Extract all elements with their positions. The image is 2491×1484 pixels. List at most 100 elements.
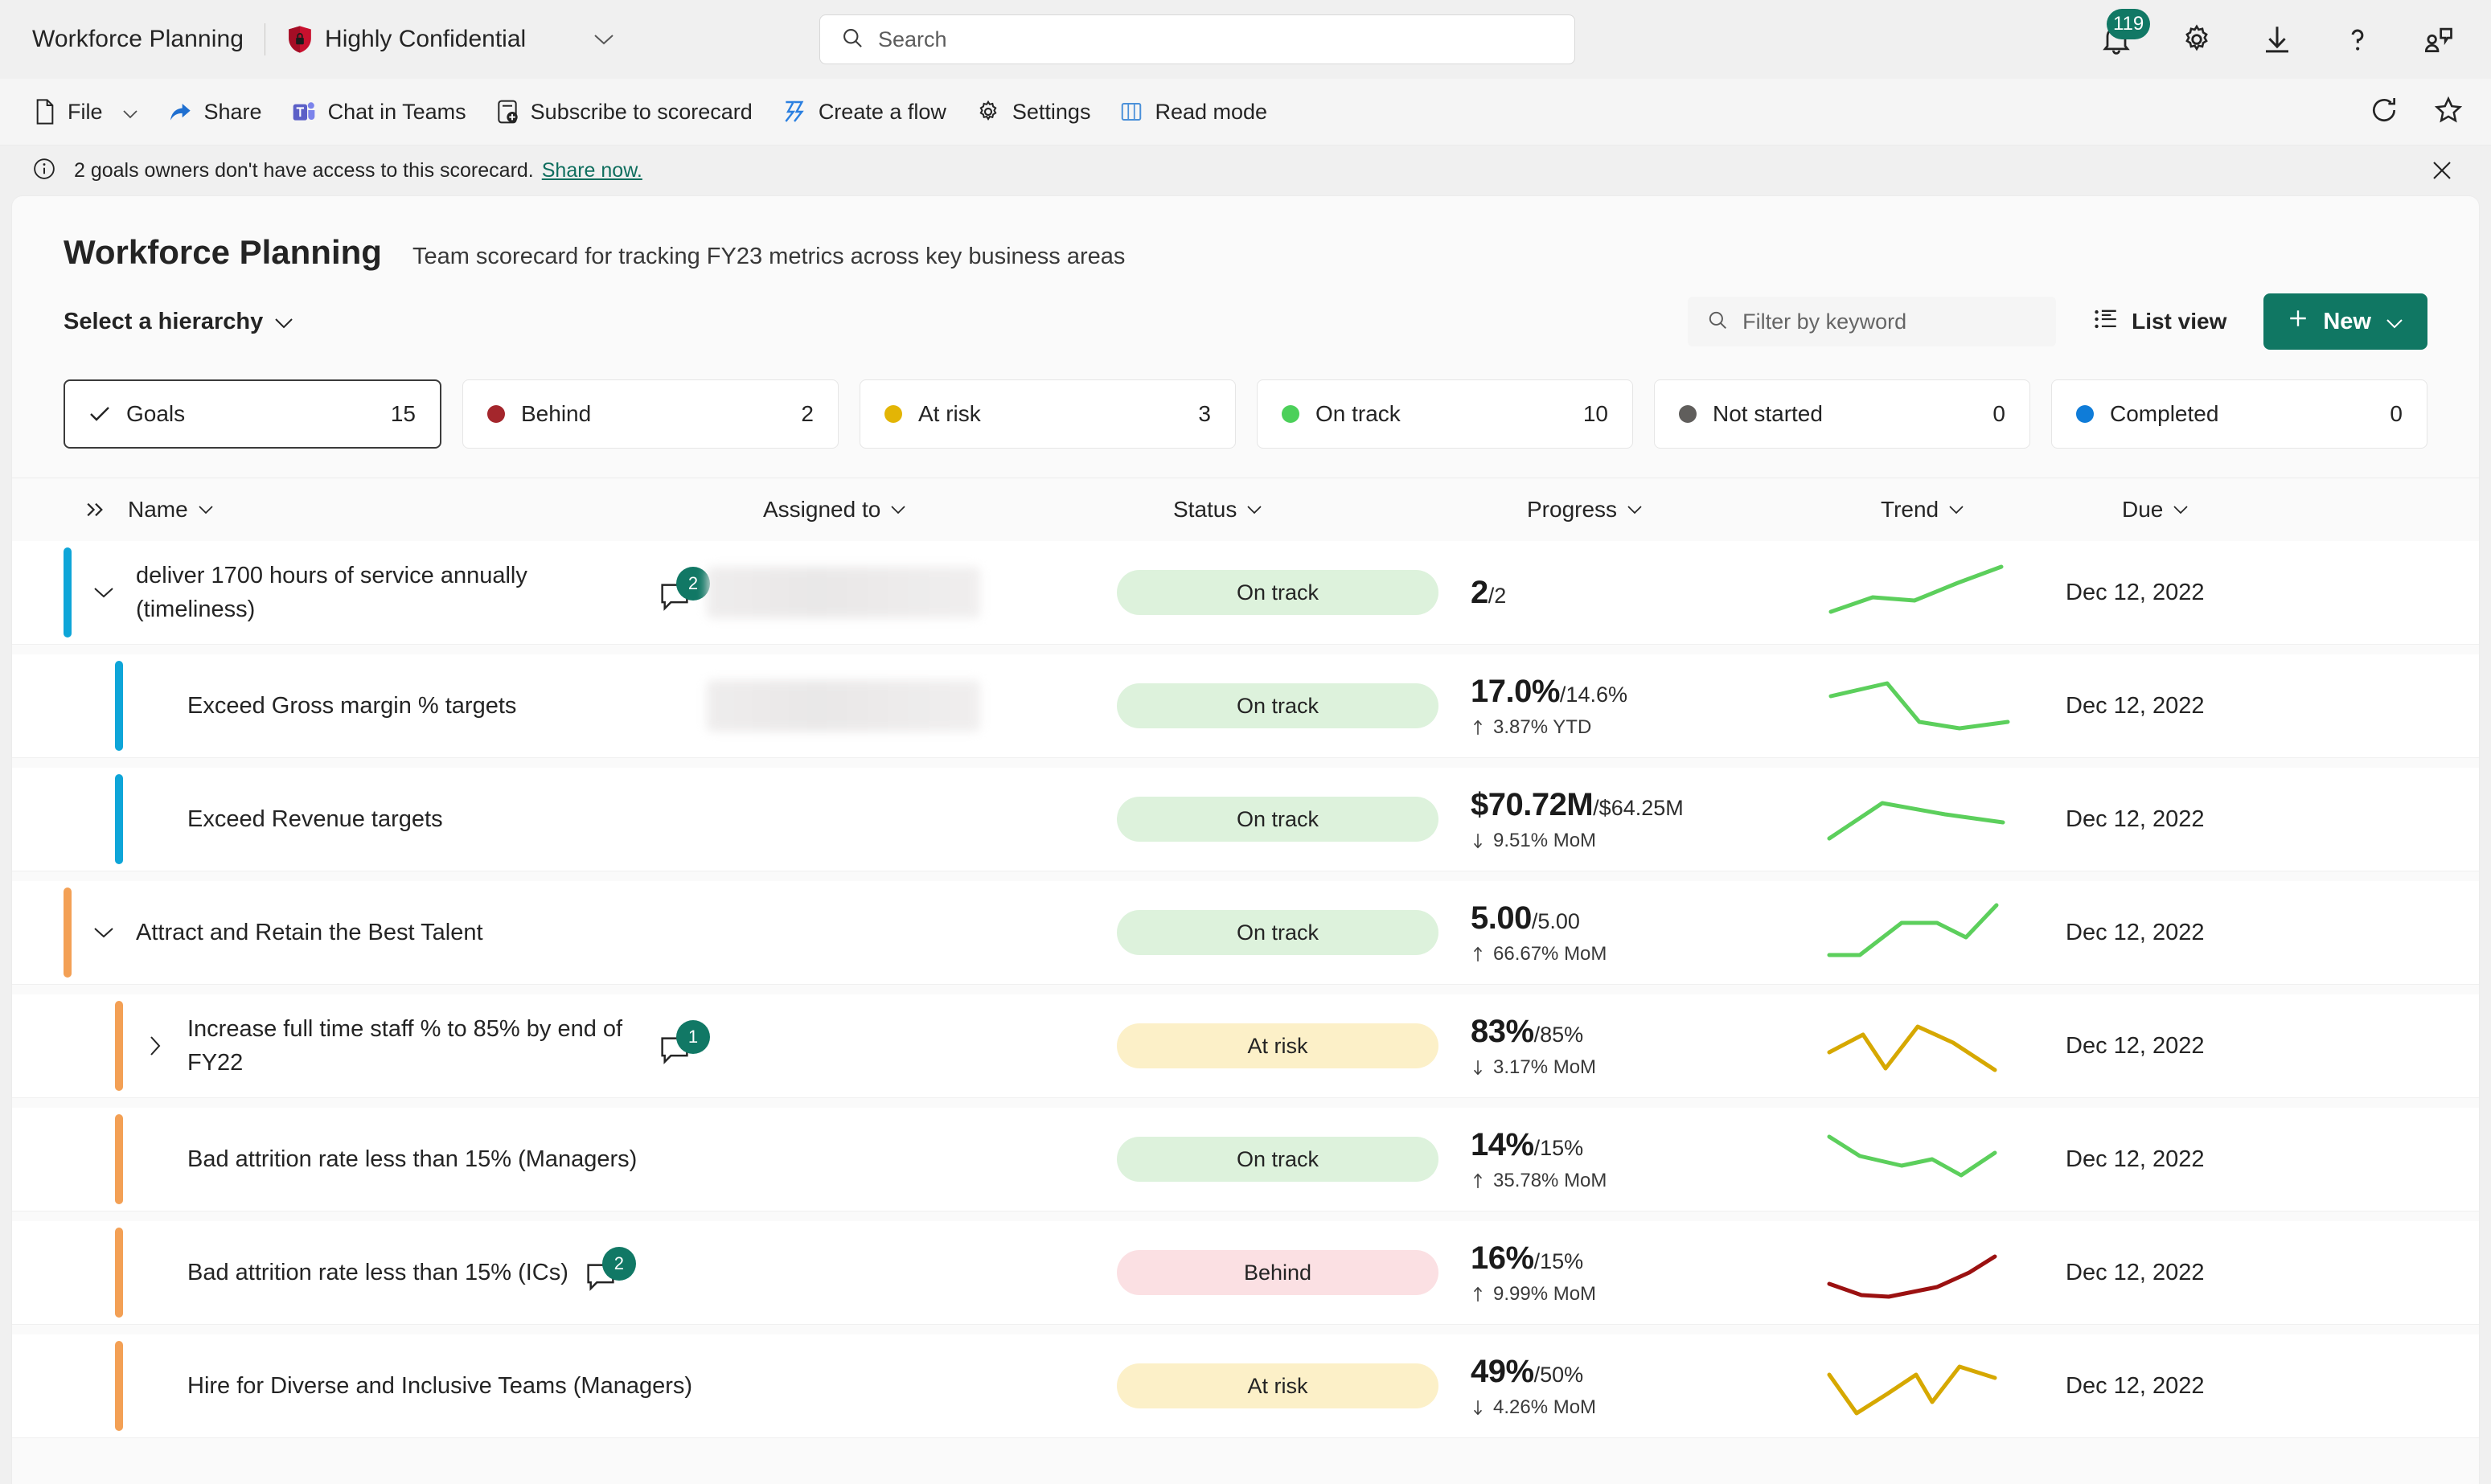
- status-badge: Behind: [1117, 1250, 1438, 1295]
- table-row[interactable]: Bad attrition rate less than 15% (ICs) 2 B…: [12, 1221, 2479, 1325]
- column-header-status-label: Status: [1173, 497, 1237, 522]
- status-pill-at-risk[interactable]: At risk 3: [860, 379, 1236, 449]
- bell-icon[interactable]: 119: [2095, 9, 2151, 60]
- table-row[interactable]: Bad attrition rate less than 15% (Manage…: [12, 1108, 2479, 1211]
- row-name-cell[interactable]: Increase full time staff % to 85% by end…: [187, 1012, 710, 1080]
- column-header-status[interactable]: Status: [1173, 497, 1527, 523]
- row-due-date: Dec 12, 2022: [2066, 579, 2205, 605]
- status-pill-count: 10: [1582, 401, 1608, 426]
- progress-target: /85%: [1533, 1022, 1584, 1047]
- avatar[interactable]: [707, 567, 980, 618]
- status-pill-behind[interactable]: Behind 2: [462, 379, 839, 449]
- progress-current: 2: [1471, 574, 1488, 610]
- column-header-due[interactable]: Due: [2122, 497, 2189, 523]
- status-dot: [1679, 405, 1697, 423]
- command-chat-in-teams[interactable]: Chat in Teams: [277, 87, 481, 137]
- command-file[interactable]: File: [19, 87, 153, 137]
- table-row[interactable]: Exceed Revenue targets On track $70.72M/$6…: [12, 768, 2479, 871]
- help-icon[interactable]: [2337, 18, 2378, 60]
- progress-delta-text: 9.99% MoM: [1493, 1282, 1597, 1305]
- chevron-down-icon[interactable]: [72, 586, 136, 599]
- trend-sparkline: [1828, 564, 2004, 614]
- table-row[interactable]: deliver 1700 hours of service annually (…: [12, 541, 2479, 645]
- progress-delta-text: 3.17% MoM: [1493, 1056, 1597, 1078]
- status-pill-label: At risk: [918, 401, 981, 426]
- gear-icon[interactable]: [2176, 18, 2218, 60]
- comment-count-badge[interactable]: 1: [659, 1020, 710, 1070]
- status-pill-completed[interactable]: Completed 0: [2051, 379, 2427, 449]
- row-status[interactable]: On track: [1117, 797, 1471, 842]
- command-read-mode[interactable]: Read mode: [1105, 87, 1282, 137]
- chevron-down-icon[interactable]: [72, 926, 136, 939]
- table-row[interactable]: Exceed Gross margin % targets On track 17.…: [12, 654, 2479, 758]
- table-row[interactable]: Attract and Retain the Best Talent On tra…: [12, 881, 2479, 985]
- app-title: Workforce Planning: [32, 26, 244, 52]
- message-bar: 2 goals owners don't have access to this…: [0, 146, 2491, 195]
- row-status[interactable]: On track: [1117, 910, 1471, 955]
- column-header-name[interactable]: Name: [128, 497, 763, 523]
- command-bar: File Share Chat in Teams Subscribe to sc…: [0, 79, 2491, 146]
- row-progress: $70.72M/$64.25M 9.51% MoM: [1471, 787, 1824, 852]
- status-pill-label: On track: [1315, 401, 1401, 426]
- page-header-right: Filter by keyword List view New: [1688, 293, 2427, 350]
- command-settings[interactable]: Settings: [961, 87, 1106, 137]
- row-name: Exceed Revenue targets: [187, 806, 443, 832]
- list-view-toggle[interactable]: List view: [2085, 308, 2235, 336]
- row-name-cell[interactable]: Bad attrition rate less than 15% (Manage…: [187, 1142, 707, 1176]
- download-icon[interactable]: [2256, 18, 2298, 60]
- column-header-progress[interactable]: Progress: [1527, 497, 1881, 523]
- row-progress: 14%/15% 35.78% MoM: [1471, 1127, 1824, 1192]
- chevron-right-icon[interactable]: [123, 1035, 187, 1056]
- row-trend: [1824, 1125, 2066, 1193]
- row-name: Exceed Gross margin % targets: [187, 692, 517, 719]
- feedback-icon[interactable]: [2417, 18, 2459, 60]
- refresh-icon[interactable]: [2369, 95, 2399, 129]
- row-due: Dec 12, 2022: [2066, 806, 2205, 833]
- row-status[interactable]: Behind: [1117, 1250, 1471, 1295]
- command-create-flow[interactable]: Create a flow: [767, 87, 961, 137]
- row-status[interactable]: On track: [1117, 570, 1471, 615]
- avatar[interactable]: [707, 680, 980, 732]
- row-status[interactable]: On track: [1117, 1137, 1471, 1182]
- status-pill-not-started[interactable]: Not started 0: [1654, 379, 2030, 449]
- filter-input[interactable]: Filter by keyword: [1688, 297, 2057, 346]
- row-name-cell[interactable]: Exceed Revenue targets: [187, 802, 707, 836]
- progress-delta: 9.51% MoM: [1471, 830, 1596, 852]
- chevron-down-icon[interactable]: [593, 33, 614, 46]
- column-header-trend[interactable]: Trend: [1881, 497, 2122, 523]
- table-row[interactable]: Hire for Diverse and Inclusive Teams (Ma…: [12, 1334, 2479, 1438]
- progress-current: 17.0%: [1471, 673, 1560, 709]
- row-name-cell[interactable]: deliver 1700 hours of service annually (…: [136, 559, 710, 626]
- row-status[interactable]: On track: [1117, 683, 1471, 728]
- row-status[interactable]: At risk: [1117, 1023, 1471, 1068]
- row-accent-bar: [115, 661, 123, 751]
- search-icon: [841, 27, 864, 53]
- search-input[interactable]: Search: [819, 14, 1575, 64]
- chevron-double-right-icon[interactable]: [64, 501, 128, 519]
- trend-sparkline: [1827, 903, 1999, 957]
- row-name-cell[interactable]: Bad attrition rate less than 15% (ICs) 2: [187, 1247, 707, 1297]
- row-assigned-to: [707, 567, 1117, 618]
- favorite-icon[interactable]: [2433, 95, 2464, 129]
- row-status[interactable]: At risk: [1117, 1363, 1471, 1408]
- status-pill-goals[interactable]: Goals 15: [64, 379, 441, 449]
- row-name-cell[interactable]: Exceed Gross margin % targets: [187, 689, 707, 723]
- comment-count-badge[interactable]: 2: [585, 1247, 636, 1297]
- row-name: Bad attrition rate less than 15% (ICs): [187, 1259, 568, 1285]
- new-button[interactable]: New: [2263, 293, 2427, 350]
- page-header-titles: Workforce Planning Team scorecard for tr…: [64, 233, 2427, 272]
- hierarchy-selector[interactable]: Select a hierarchy: [64, 309, 293, 335]
- share-now-link[interactable]: Share now.: [542, 159, 642, 182]
- table-row[interactable]: Increase full time staff % to 85% by end…: [12, 994, 2479, 1098]
- row-name-cell[interactable]: Attract and Retain the Best Talent: [136, 916, 707, 949]
- column-header-assigned-to[interactable]: Assigned to: [763, 497, 1173, 523]
- comment-count-badge[interactable]: 2: [659, 567, 710, 617]
- command-share[interactable]: Share: [153, 87, 277, 137]
- row-name-cell[interactable]: Hire for Diverse and Inclusive Teams (Ma…: [187, 1369, 707, 1403]
- command-subscribe[interactable]: Subscribe to scorecard: [481, 87, 767, 137]
- share-icon: [167, 99, 193, 125]
- status-pill-on-track[interactable]: On track 10: [1257, 379, 1633, 449]
- row-due-date: Dec 12, 2022: [2066, 1259, 2205, 1285]
- title-bar-left: Workforce Planning Highly Confidential: [32, 23, 614, 55]
- close-icon[interactable]: [2430, 158, 2454, 182]
